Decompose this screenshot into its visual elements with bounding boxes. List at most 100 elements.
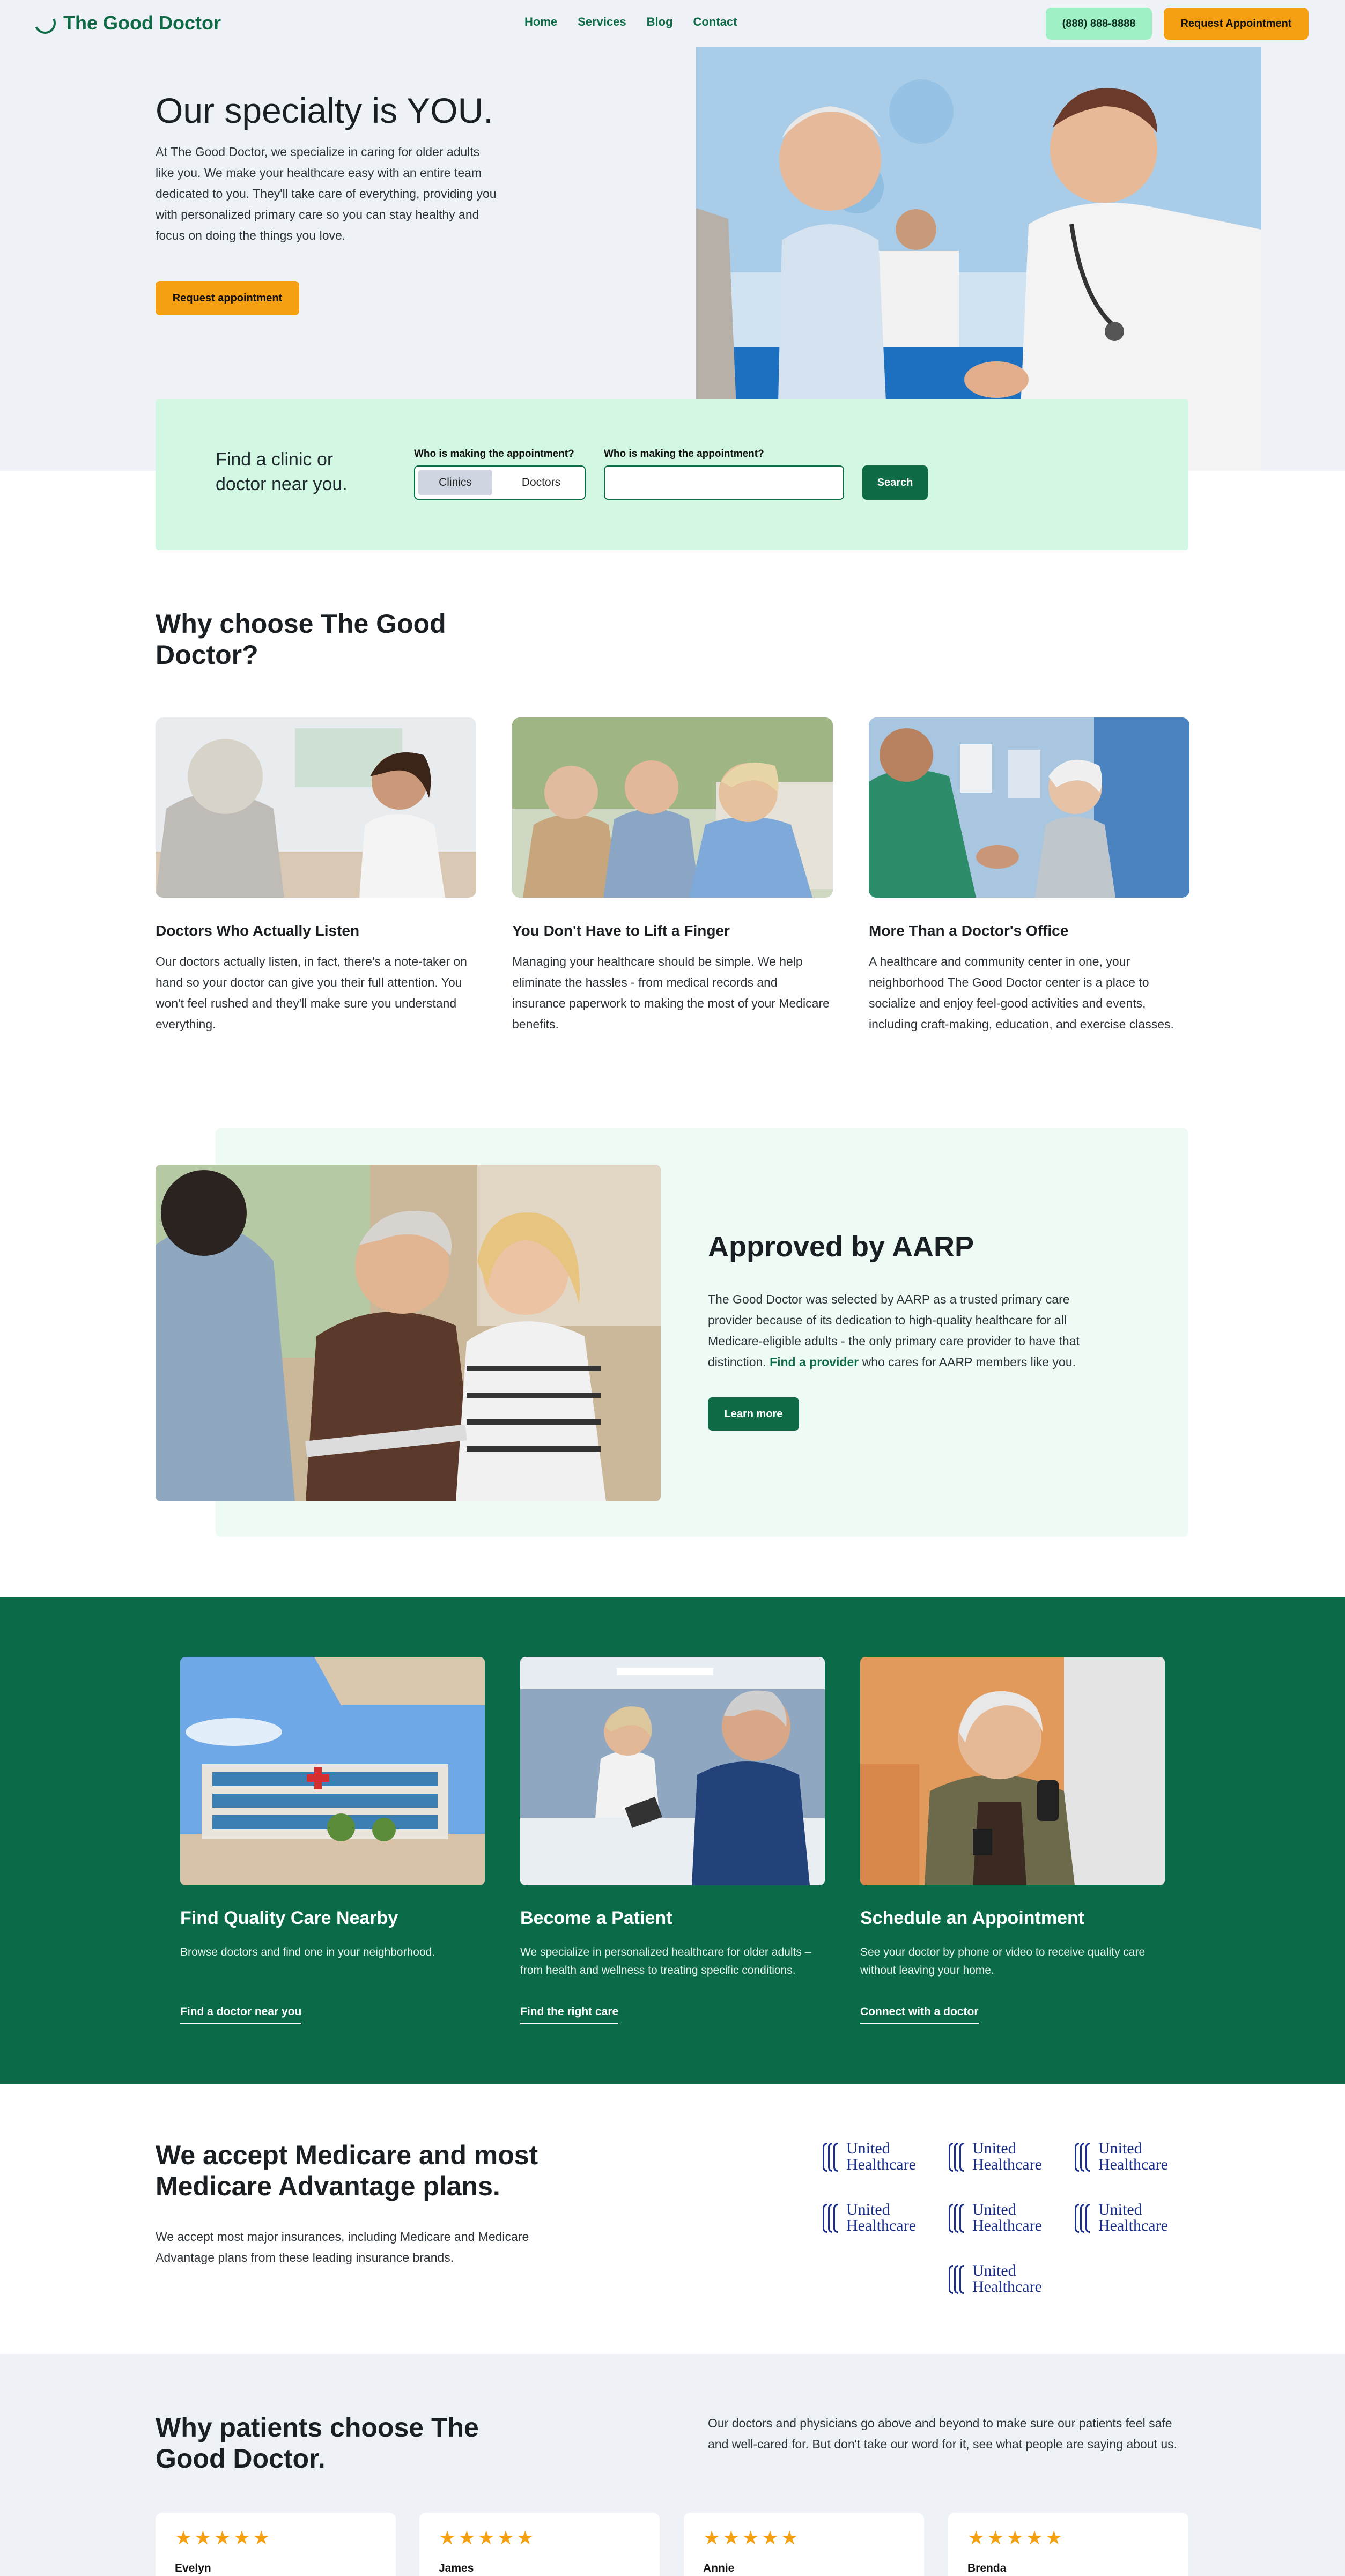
testimonial-card: ★★★★★ James	[419, 2513, 660, 2576]
nav-services[interactable]: Services	[578, 15, 626, 29]
aarp-text: The Good Doctor was selected by AARP as …	[708, 1289, 1115, 1373]
nav-blog[interactable]: Blog	[647, 15, 673, 29]
feature-text-listen: Our doctors actually listen, in fact, th…	[156, 954, 467, 1031]
aarp-photo	[156, 1165, 661, 1501]
insurer-logo: United Healthcare	[823, 2141, 925, 2174]
feature-photo-friends	[512, 717, 833, 898]
uhc-logo-icon	[949, 2265, 967, 2294]
uhc-logo-icon	[823, 2143, 841, 2172]
service-photo-building-art	[180, 1657, 485, 1885]
uhc-logo-text: United Healthcare	[972, 2263, 1042, 2295]
uhc-logo-text: United Healthcare	[846, 2141, 916, 2173]
uhc-line1: United	[972, 2140, 1016, 2157]
brand-name: The Good Doctor	[63, 12, 221, 34]
connect-doctor-link[interactable]: Connect with a doctor	[860, 2005, 979, 2024]
reviewer-name: Brenda	[967, 2562, 1007, 2574]
insurer-logo: United Healthcare	[949, 2202, 1051, 2235]
feature-title-community: More Than a Doctor's Office	[869, 922, 1069, 939]
uhc-line2: Healthcare	[972, 2217, 1042, 2234]
uhc-line1: United	[972, 2201, 1016, 2218]
nav-home[interactable]: Home	[524, 15, 557, 29]
uhc-logo-text: United Healthcare	[846, 2202, 916, 2234]
nav-contact[interactable]: Contact	[693, 15, 737, 29]
uhc-logo-text: United Healthcare	[972, 2141, 1042, 2173]
feature-title-listen: Doctors Who Actually Listen	[156, 922, 360, 939]
service-text-care-nearby: Browse doctors and find one in your neig…	[180, 1946, 435, 1958]
feature-photo-community-art	[869, 717, 1189, 898]
uhc-line2: Healthcare	[846, 2156, 916, 2173]
uhc-line2: Healthcare	[1098, 2217, 1168, 2234]
service-photo-building	[180, 1657, 485, 1885]
feature-text-community: A healthcare and community center in one…	[869, 954, 1174, 1031]
insurer-logo: United Healthcare	[823, 2202, 925, 2235]
feature-title-hassle-free: You Don't Have to Lift a Finger	[512, 922, 730, 939]
clinic-doctor-toggle: Clinics Doctors	[414, 465, 586, 500]
location-label: Who is making the appointment?	[604, 448, 764, 460]
request-appointment-button[interactable]: Request Appointment	[1164, 8, 1309, 40]
insurance-title: We accept Medicare and most Medicare Adv…	[156, 2140, 538, 2201]
find-provider-link[interactable]: Find a provider	[770, 1355, 859, 1369]
logo-icon	[31, 9, 59, 37]
uhc-logo-icon	[823, 2204, 841, 2233]
star-rating-icon: ★★★★★	[439, 2527, 536, 2549]
find-doctor-link[interactable]: Find a doctor near you	[180, 2005, 302, 2024]
uhc-line1: United	[1098, 2140, 1142, 2157]
service-title-become-patient: Become a Patient	[520, 1908, 672, 1928]
service-text-schedule: See your doctor by phone or video to rec…	[860, 1946, 1146, 1977]
toggle-clinics[interactable]: Clinics	[418, 470, 492, 495]
uhc-logo-text: United Healthcare	[1098, 2202, 1168, 2234]
uhc-line2: Healthcare	[1098, 2156, 1168, 2173]
uhc-logo-icon	[949, 2143, 967, 2172]
uhc-line2: Healthcare	[972, 2156, 1042, 2173]
uhc-line1: United	[1098, 2201, 1142, 2218]
insurer-logo: United Healthcare	[949, 2263, 1051, 2296]
feature-photo-listen-art	[156, 717, 476, 898]
search-title: Find a clinic or doctor near you.	[216, 449, 348, 494]
service-photo-patient	[520, 1657, 825, 1885]
main-menu: Home Services Blog Contact	[524, 15, 737, 29]
uhc-logo-icon	[1075, 2204, 1093, 2233]
hero-text: At The Good Doctor, we specialize in car…	[156, 145, 497, 242]
uhc-line1: United	[846, 2201, 890, 2218]
star-rating-icon: ★★★★★	[967, 2527, 1065, 2549]
search-button[interactable]: Search	[862, 465, 928, 500]
uhc-line1: United	[846, 2140, 890, 2157]
testimonials-title: Why patients choose The Good Doctor.	[156, 2412, 479, 2474]
insurer-logo: United Healthcare	[949, 2141, 1051, 2174]
feature-photo-friends-art	[512, 717, 833, 898]
uhc-logo-icon	[949, 2204, 967, 2233]
uhc-logo-text: United Healthcare	[972, 2202, 1042, 2234]
star-rating-icon: ★★★★★	[703, 2527, 801, 2549]
why-title: Why choose The Good Doctor?	[156, 609, 446, 670]
service-photo-phone-art	[860, 1657, 1165, 1885]
clinic-search-card: Find a clinic or doctor near you. Who is…	[156, 399, 1188, 550]
phone-button[interactable]: (888) 888-8888	[1046, 8, 1152, 40]
location-input[interactable]	[604, 465, 844, 500]
reviewer-name: Evelyn	[175, 2562, 211, 2574]
testimonials-text: Our doctors and physicians go above and …	[708, 2416, 1178, 2451]
feature-photo-community	[869, 717, 1189, 898]
insurance-text: We accept most major insurances, includi…	[156, 2230, 529, 2264]
service-text-become-patient: We specialize in personalized healthcare…	[520, 1946, 811, 1977]
learn-more-button[interactable]: Learn more	[708, 1397, 799, 1431]
uhc-line2: Healthcare	[972, 2278, 1042, 2296]
testimonial-card: ★★★★★ Brenda	[948, 2513, 1188, 2576]
toggle-doctors[interactable]: Doctors	[501, 470, 581, 495]
uhc-line1: United	[972, 2262, 1016, 2279]
uhc-line2: Healthcare	[846, 2217, 916, 2234]
uhc-logo-text: United Healthcare	[1098, 2141, 1168, 2173]
find-care-link[interactable]: Find the right care	[520, 2005, 619, 2024]
uhc-logo-icon	[1075, 2143, 1093, 2172]
service-photo-phone	[860, 1657, 1165, 1885]
hero-request-button[interactable]: Request appointment	[156, 281, 299, 315]
service-photo-patient-art	[520, 1657, 825, 1885]
reviewer-name: James	[439, 2562, 474, 2574]
star-rating-icon: ★★★★★	[175, 2527, 272, 2549]
brand-logo[interactable]: The Good Doctor	[31, 9, 221, 37]
feature-photo-listen	[156, 717, 476, 898]
appointment-type-label: Who is making the appointment?	[414, 448, 574, 460]
aarp-photo-art	[156, 1165, 661, 1501]
service-title-care-nearby: Find Quality Care Nearby	[180, 1908, 398, 1928]
service-title-schedule: Schedule an Appointment	[860, 1908, 1085, 1928]
aarp-text-end: who cares for AARP members like you.	[859, 1355, 1076, 1369]
